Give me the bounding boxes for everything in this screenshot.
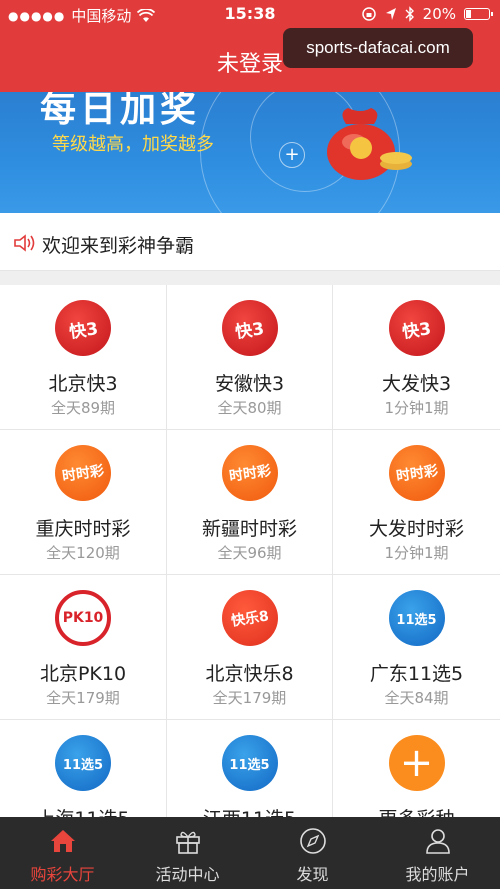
- lottery-item[interactable]: 11选5 广东11选5 全天84期: [333, 575, 500, 720]
- lottery-schedule: 全天179期: [46, 689, 120, 707]
- lottery-name: 北京PK10: [39, 663, 127, 685]
- tab-discover[interactable]: 发现: [250, 817, 375, 889]
- lottery-schedule: 全天179期: [212, 689, 287, 707]
- plus-icon: +: [388, 735, 445, 791]
- lottery-schedule: 1分钟1期: [384, 544, 449, 562]
- notice-text: 欢迎来到彩神争霸: [42, 235, 195, 257]
- tab-label: 发现: [296, 865, 329, 884]
- tab-label: 购彩大厅: [30, 865, 95, 884]
- watermark: sports-dafacai.com: [283, 28, 473, 68]
- lottery-name: 新疆时时彩: [201, 518, 297, 540]
- user-icon: [425, 829, 450, 854]
- lottery-schedule: 全天84期: [384, 689, 449, 707]
- shishicai-logo-icon: 时时彩: [388, 445, 445, 501]
- lottery-schedule: 全天89期: [50, 399, 116, 417]
- money-bag-icon: [327, 108, 412, 180]
- pk10-logo-icon: PK10: [55, 590, 111, 646]
- kuai3-logo-icon: 快3: [388, 300, 445, 356]
- lock-rotation-icon: [361, 7, 376, 21]
- lottery-name: 广东11选5: [369, 663, 464, 685]
- banner-headline: 每日加奖: [40, 92, 201, 130]
- lottery-name: 北京快3: [48, 373, 118, 395]
- lottery-name: 北京快乐8: [205, 663, 294, 685]
- bluetooth-icon: [405, 6, 414, 22]
- lottery-grid: 快3 北京快3 全天89期 快3 安徽快3 全天80期 快3 大发快3 1分钟1…: [0, 285, 500, 865]
- 11x5-logo-icon: 11选5: [221, 735, 278, 791]
- location-icon: [385, 8, 396, 20]
- shishicai-logo-icon: 时时彩: [55, 445, 111, 501]
- lottery-item[interactable]: 快乐8 北京快乐8 全天179期: [167, 575, 333, 720]
- lottery-name: 大发时时彩: [368, 518, 464, 540]
- lottery-name: 重庆时时彩: [35, 518, 131, 540]
- tab-bar: 购彩大厅 活动中心 发现 我的账户: [0, 817, 500, 889]
- lottery-name: 大发快3: [381, 373, 452, 395]
- shishicai-logo-icon: 时时彩: [221, 445, 278, 501]
- tab-label: 活动中心: [155, 865, 220, 884]
- compass-icon: [299, 828, 326, 854]
- plus-icon: +: [279, 142, 305, 168]
- kuai3-logo-icon: 快3: [221, 300, 278, 356]
- 11x5-logo-icon: 11选5: [388, 590, 445, 646]
- lottery-item[interactable]: 时时彩 重庆时时彩 全天120期: [0, 430, 167, 575]
- promo-banner[interactable]: 每日加奖 等级越高，加奖越多 +: [0, 92, 500, 213]
- tab-lottery-hall[interactable]: 购彩大厅: [0, 817, 125, 889]
- home-icon: [50, 830, 75, 852]
- lottery-item[interactable]: 时时彩 新疆时时彩 全天96期: [167, 430, 333, 575]
- tab-label: 我的账户: [405, 865, 470, 884]
- kuaile8-logo-icon: 快乐8: [221, 590, 278, 646]
- lottery-item[interactable]: 时时彩 大发时时彩 1分钟1期: [333, 430, 500, 575]
- lottery-item[interactable]: 快3 大发快3 1分钟1期: [333, 285, 500, 430]
- lottery-item[interactable]: 快3 北京快3 全天89期: [0, 285, 167, 430]
- speaker-icon: [14, 234, 35, 252]
- banner-slogan: 等级越高，加奖越多: [52, 134, 214, 155]
- gift-icon: [175, 831, 200, 854]
- lottery-schedule: 全天120期: [46, 544, 120, 562]
- lottery-item[interactable]: PK10 北京PK10 全天179期: [0, 575, 167, 720]
- lottery-schedule: 全天80期: [217, 399, 282, 417]
- lottery-schedule: 1分钟1期: [384, 399, 449, 417]
- kuai3-logo-icon: 快3: [55, 300, 111, 356]
- notice-bar[interactable]: 欢迎来到彩神争霸: [0, 213, 500, 271]
- tab-activity-center[interactable]: 活动中心: [125, 817, 250, 889]
- lottery-name: 安徽快3: [214, 373, 285, 395]
- battery-percent: 20%: [422, 5, 456, 23]
- lottery-item[interactable]: 快3 安徽快3 全天80期: [167, 285, 333, 430]
- status-bar: ●●●●● 中国移动 15:38 20%: [0, 0, 500, 28]
- 11x5-logo-icon: 11选5: [55, 735, 111, 791]
- battery-icon: [464, 8, 493, 20]
- lottery-schedule: 全天96期: [217, 544, 282, 562]
- tab-my-account[interactable]: 我的账户: [375, 817, 500, 889]
